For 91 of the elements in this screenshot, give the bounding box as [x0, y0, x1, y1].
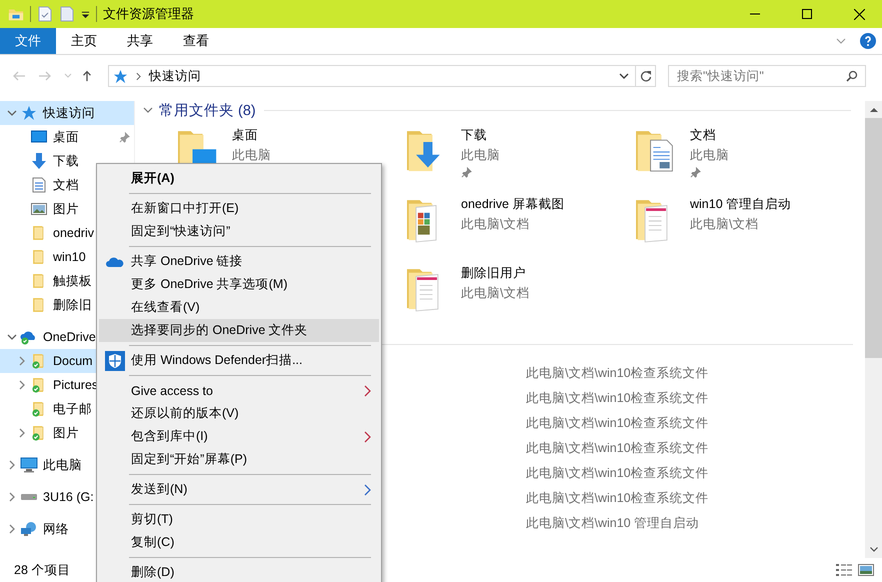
- menu-item[interactable]: 还原以前的版本(V): [99, 402, 379, 425]
- collapsed-chevron-icon[interactable]: [9, 460, 15, 470]
- expand-ribbon-icon[interactable]: [836, 38, 846, 44]
- collapsed-chevron-icon[interactable]: [9, 524, 15, 534]
- large-icons-view-icon[interactable]: [858, 563, 874, 577]
- collapsed-chevron-icon[interactable]: [9, 492, 15, 502]
- ribbon-tab[interactable]: 查看: [168, 28, 224, 54]
- file-path: 此电脑\文档\win10检查系统文件: [526, 415, 710, 431]
- menu-item[interactable]: 选择要同步的 OneDrive 文件夹: [99, 319, 379, 342]
- scroll-down-icon[interactable]: [870, 547, 878, 552]
- star-icon: [113, 68, 128, 84]
- folder-location: 此电脑: [461, 147, 500, 164]
- star-icon: [21, 105, 37, 121]
- down-arrow-icon: [31, 153, 47, 169]
- folder-location: 此电脑\文档: [461, 285, 530, 302]
- drive-icon: [20, 492, 38, 502]
- address-path[interactable]: 快速访问: [149, 68, 201, 84]
- file-path: 此电脑\文档\win10检查系统文件: [526, 390, 710, 406]
- network-icon: [20, 521, 38, 537]
- folder-location: 此电脑: [232, 147, 271, 164]
- menu-item[interactable]: 包含到库中(I): [99, 425, 379, 448]
- pin-icon[interactable]: [119, 132, 130, 142]
- folder-name: 桌面: [232, 127, 259, 144]
- scroll-up-icon[interactable]: [870, 107, 878, 112]
- document-icon: [32, 177, 46, 193]
- search-field[interactable]: 搜索"快速访问": [668, 65, 866, 87]
- maximize-icon[interactable]: [802, 9, 812, 19]
- up-arrow-icon[interactable]: [80, 70, 94, 82]
- menu-item[interactable]: 发送到(N): [99, 478, 379, 501]
- pin-icon[interactable]: [461, 167, 472, 178]
- folder-name: 文档: [690, 127, 717, 144]
- menu-item[interactable]: Give access to: [99, 379, 379, 402]
- customize-caret-icon[interactable]: [81, 10, 90, 18]
- file-path: 此电脑\文档\win10检查系统文件: [526, 365, 710, 381]
- folder-name: win10 管理自启动: [690, 196, 792, 213]
- folder-name: 删除旧用户: [461, 265, 527, 282]
- folder-tile[interactable]: onedrive 屏幕截图 此电脑\文档: [407, 196, 636, 265]
- expanded-chevron-icon[interactable]: [7, 334, 17, 340]
- address-bar[interactable]: 快速访问: [108, 65, 636, 87]
- properties-icon[interactable]: [37, 6, 53, 22]
- close-icon[interactable]: [854, 8, 864, 20]
- menu-item[interactable]: 复制(C): [99, 531, 379, 554]
- address-dropdown-icon[interactable]: [619, 73, 629, 79]
- folder-name: onedrive 屏幕截图: [461, 196, 564, 213]
- details-view-icon[interactable]: [836, 563, 852, 577]
- file-path: 此电脑\文档\win10检查系统文件: [526, 440, 710, 456]
- pin-icon[interactable]: [690, 167, 701, 178]
- tree-item[interactable]: 桌面: [0, 125, 134, 149]
- computer-icon: [20, 457, 38, 473]
- desktop-icon: [31, 130, 47, 144]
- file-path: 此电脑\文档\win10检查系统文件: [526, 490, 710, 506]
- menu-item[interactable]: 共享 OneDrive 链接: [99, 250, 379, 273]
- shield-icon: [105, 350, 125, 370]
- ribbon-tab[interactable]: 主页: [56, 28, 112, 54]
- group-header[interactable]: 常用文件夹 (8): [159, 100, 256, 120]
- breadcrumb-chevron-icon[interactable]: [136, 72, 141, 80]
- tree-item[interactable]: 快速访问: [0, 101, 134, 125]
- cloud-icon: [20, 329, 38, 345]
- scrollbar[interactable]: [865, 101, 882, 558]
- search-icon[interactable]: [846, 70, 858, 82]
- help-icon[interactable]: [860, 33, 876, 49]
- menu-item[interactable]: 固定到“开始”屏幕(P): [99, 448, 379, 471]
- menu-item[interactable]: 更多 OneDrive 共享选项(M): [99, 273, 379, 296]
- folder-location: 此电脑: [690, 147, 729, 164]
- picture-icon: [31, 202, 47, 216]
- ribbon-tab[interactable]: 共享: [112, 28, 168, 54]
- menu-item[interactable]: 删除(D): [99, 561, 379, 582]
- folder-location: 此电脑\文档: [461, 216, 530, 233]
- expanded-chevron-icon[interactable]: [7, 110, 17, 116]
- cloud-icon: [106, 256, 124, 266]
- refresh-icon[interactable]: [640, 70, 652, 82]
- collapsed-chevron-icon[interactable]: [19, 380, 25, 390]
- collapsed-chevron-icon[interactable]: [19, 428, 25, 438]
- collapsed-chevron-icon[interactable]: [19, 356, 25, 366]
- menu-item[interactable]: 固定到“快速访问”: [99, 220, 379, 243]
- menu-item[interactable]: 在线查看(V): [99, 296, 379, 319]
- folder-tile[interactable]: win10 管理自启动 此电脑\文档: [636, 196, 865, 265]
- collapse-group-icon[interactable]: [143, 107, 153, 113]
- folder-name: 下载: [461, 127, 488, 144]
- menu-item[interactable]: 在新窗口中打开(E): [99, 197, 379, 220]
- file-path: 此电脑\文档\win10 管理自启动: [526, 515, 700, 531]
- menu-item[interactable]: 剪切(T): [99, 508, 379, 531]
- file-path: 此电脑\文档\win10检查系统文件: [526, 465, 710, 481]
- folder-tile[interactable]: 文档 此电脑: [636, 127, 865, 196]
- folder-tile[interactable]: 删除旧用户 此电脑\文档: [407, 265, 636, 334]
- window-title: 文件资源管理器: [103, 5, 194, 23]
- refresh-button[interactable]: [636, 65, 656, 87]
- scroll-thumb[interactable]: [865, 118, 882, 358]
- item-count: 28 个项目: [14, 562, 70, 578]
- folder-location: 此电脑\文档: [690, 216, 760, 233]
- folder-tile[interactable]: 下载 此电脑: [407, 127, 636, 196]
